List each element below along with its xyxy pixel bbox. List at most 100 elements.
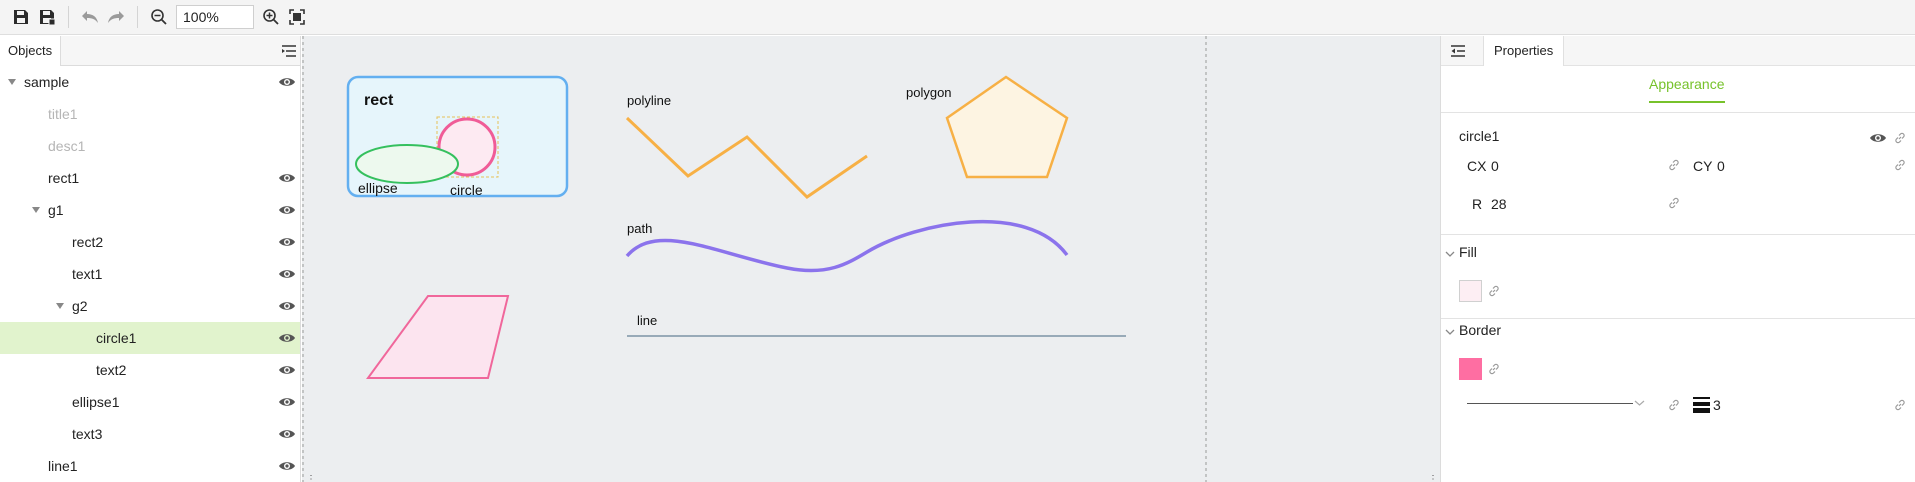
divider <box>1441 318 1915 319</box>
eye-icon[interactable] <box>278 75 296 89</box>
border-section-title[interactable]: Border <box>1459 322 1501 338</box>
toolbar-divider <box>137 6 138 28</box>
save-as-button[interactable] <box>34 4 60 30</box>
redo-button[interactable] <box>103 4 129 30</box>
eye-icon[interactable] <box>278 235 296 249</box>
link-icon[interactable] <box>1893 398 1907 412</box>
parallelogram-shape[interactable] <box>366 295 510 379</box>
fit-screen-button[interactable] <box>284 4 310 30</box>
fill-color-swatch[interactable] <box>1459 280 1482 302</box>
polyline-shape[interactable] <box>625 116 868 199</box>
tree-item-label: line1 <box>48 458 78 474</box>
link-icon[interactable] <box>1667 398 1681 412</box>
rect-label[interactable]: rect <box>364 92 394 109</box>
drawing-canvas[interactable]: rect ellipse circle polyline polygon pat… <box>302 36 1440 482</box>
objects-panel: Objects sample title1 desc1 rect1 g1 rec… <box>0 36 301 482</box>
collapse-panel-button[interactable] <box>1449 42 1467 60</box>
border-color-swatch[interactable] <box>1459 358 1482 380</box>
tree-item-line1[interactable]: line1 <box>0 450 300 482</box>
r-field[interactable]: 28 <box>1491 196 1507 212</box>
undo-icon <box>82 11 98 23</box>
tree-item-label: text2 <box>96 362 127 378</box>
eye-icon[interactable] <box>278 267 296 281</box>
app-window: Objects sample title1 desc1 <box>0 0 1915 482</box>
border-width-field[interactable]: 3 <box>1713 397 1721 413</box>
chevron-down-icon[interactable] <box>1445 327 1455 337</box>
fill-section-title[interactable]: Fill <box>1459 244 1477 260</box>
eye-icon[interactable] <box>278 427 296 441</box>
link-icon[interactable] <box>1667 158 1681 172</box>
cy-field[interactable]: 0 <box>1717 158 1725 174</box>
caret-down-icon[interactable] <box>31 205 41 215</box>
r-label: R <box>1472 196 1483 212</box>
panel-menu-button[interactable] <box>280 42 298 60</box>
tree-item-g2[interactable]: g2 <box>0 290 300 322</box>
ellipse-label[interactable]: ellipse <box>358 180 398 196</box>
zoom-level-input[interactable] <box>176 5 254 29</box>
object-tree: sample title1 desc1 rect1 g1 rect2 text1… <box>0 66 300 482</box>
polyline-label[interactable]: polyline <box>627 93 671 108</box>
cx-field[interactable]: 0 <box>1491 158 1499 174</box>
tree-item-label: rect2 <box>72 234 104 250</box>
tree-item-g1[interactable]: g1 <box>0 194 300 226</box>
tree-item-label: ellipse1 <box>72 394 120 410</box>
chevron-down-icon[interactable] <box>1445 249 1455 259</box>
ellipse-shape[interactable] <box>355 144 459 184</box>
tab-properties[interactable]: Properties <box>1483 36 1565 66</box>
tree-item-sample[interactable]: sample <box>0 66 300 98</box>
properties-panel-tabs: Properties <box>1441 36 1915 66</box>
save-button[interactable] <box>8 4 34 30</box>
zoom-in-button[interactable] <box>258 4 284 30</box>
cx-label: CX <box>1467 158 1487 174</box>
tree-item-text3[interactable]: text3 <box>0 418 300 450</box>
tree-item-rect2[interactable]: rect2 <box>0 226 300 258</box>
link-icon[interactable] <box>1487 284 1501 298</box>
eye-icon[interactable] <box>278 203 296 217</box>
polygon-label[interactable]: polygon <box>906 85 952 100</box>
zoom-out-icon <box>151 9 167 25</box>
fit-screen-icon <box>289 9 305 25</box>
tree-item-text1[interactable]: text1 <box>0 258 300 290</box>
caret-down-icon[interactable] <box>7 77 17 87</box>
eye-icon[interactable] <box>278 331 296 345</box>
caret-down-icon[interactable] <box>55 301 65 311</box>
redo-icon <box>108 11 124 23</box>
eye-icon[interactable] <box>278 299 296 313</box>
tree-item-text2[interactable]: text2 <box>0 354 300 386</box>
polygon-shape[interactable] <box>945 75 1069 179</box>
zoom-out-button[interactable] <box>146 4 172 30</box>
save-as-icon <box>40 10 56 26</box>
tree-item-rect1[interactable]: rect1 <box>0 162 300 194</box>
path-shape[interactable] <box>625 219 1069 273</box>
tree-item-desc1[interactable]: desc1 <box>0 130 300 162</box>
canvas-svg[interactable]: rect ellipse circle polyline polygon pat… <box>302 36 1440 482</box>
tree-item-label: title1 <box>48 106 78 122</box>
eye-icon[interactable] <box>278 171 296 185</box>
link-icon[interactable] <box>1667 196 1681 210</box>
line-label[interactable]: line <box>637 313 657 328</box>
tree-item-circle1[interactable]: circle1 <box>0 322 300 354</box>
path-label[interactable]: path <box>627 221 652 236</box>
divider <box>1441 234 1915 235</box>
tree-item-label: text3 <box>72 426 103 442</box>
tree-item-label: text1 <box>72 266 103 282</box>
link-icon[interactable] <box>1893 131 1907 145</box>
link-icon[interactable] <box>1893 158 1907 172</box>
tab-objects[interactable]: Objects <box>0 36 62 66</box>
tab-appearance[interactable]: Appearance <box>1649 76 1725 103</box>
tree-item-title1[interactable]: title1 <box>0 98 300 130</box>
grip-icon[interactable]: ⋮ <box>1428 474 1438 482</box>
tree-item-ellipse1[interactable]: ellipse1 <box>0 386 300 418</box>
line-width-icon <box>1693 397 1710 413</box>
grip-icon[interactable]: ⋮ <box>306 474 316 482</box>
tree-item-label: g2 <box>72 298 88 314</box>
circle-label[interactable]: circle <box>450 182 483 198</box>
link-icon[interactable] <box>1487 362 1501 376</box>
eye-icon[interactable] <box>278 363 296 377</box>
eye-icon[interactable] <box>278 459 296 473</box>
toolbar-divider <box>68 6 69 28</box>
eye-icon[interactable] <box>1869 131 1887 145</box>
eye-icon[interactable] <box>278 395 296 409</box>
undo-button[interactable] <box>77 4 103 30</box>
border-style-select[interactable] <box>1467 393 1645 413</box>
